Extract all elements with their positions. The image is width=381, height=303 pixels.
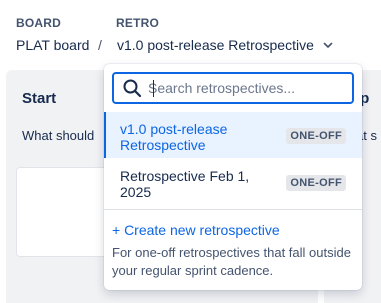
text-caret bbox=[153, 80, 154, 97]
board-label: BOARD bbox=[16, 16, 61, 30]
search-input[interactable] bbox=[148, 80, 348, 96]
create-retro-help-text: For one-off retrospectives that fall out… bbox=[112, 245, 351, 278]
one-off-badge: ONE-OFF bbox=[286, 175, 346, 191]
chevron-down-icon bbox=[323, 42, 333, 48]
retro-label: RETRO bbox=[116, 16, 159, 30]
column-start-prompt: What should bbox=[22, 128, 95, 143]
one-off-badge: ONE-OFF bbox=[286, 128, 346, 144]
search-field[interactable] bbox=[112, 72, 354, 104]
retro-option-label: Retrospective Feb 1, 2025 bbox=[120, 168, 250, 200]
breadcrumb-board-link[interactable]: PLAT board bbox=[16, 37, 89, 53]
retro-option-selected[interactable]: v1.0 post-release Retrospective ONE-OFF bbox=[104, 112, 362, 158]
retro-switcher-button[interactable]: v1.0 post-release Retrospective bbox=[113, 32, 340, 58]
create-retro-link[interactable]: + Create new retrospective bbox=[112, 222, 280, 238]
retro-option-label: v1.0 post-release Retrospective bbox=[120, 121, 228, 153]
retro-option[interactable]: Retrospective Feb 1, 2025 ONE-OFF bbox=[104, 160, 362, 206]
divider bbox=[104, 209, 362, 210]
retro-switcher-dropdown: v1.0 post-release Retrospective ONE-OFF … bbox=[104, 64, 362, 290]
search-icon bbox=[123, 79, 142, 98]
breadcrumb-separator: / bbox=[98, 37, 102, 53]
current-retro-name: v1.0 post-release Retrospective bbox=[117, 37, 314, 53]
column-start-title: Start bbox=[22, 90, 57, 107]
